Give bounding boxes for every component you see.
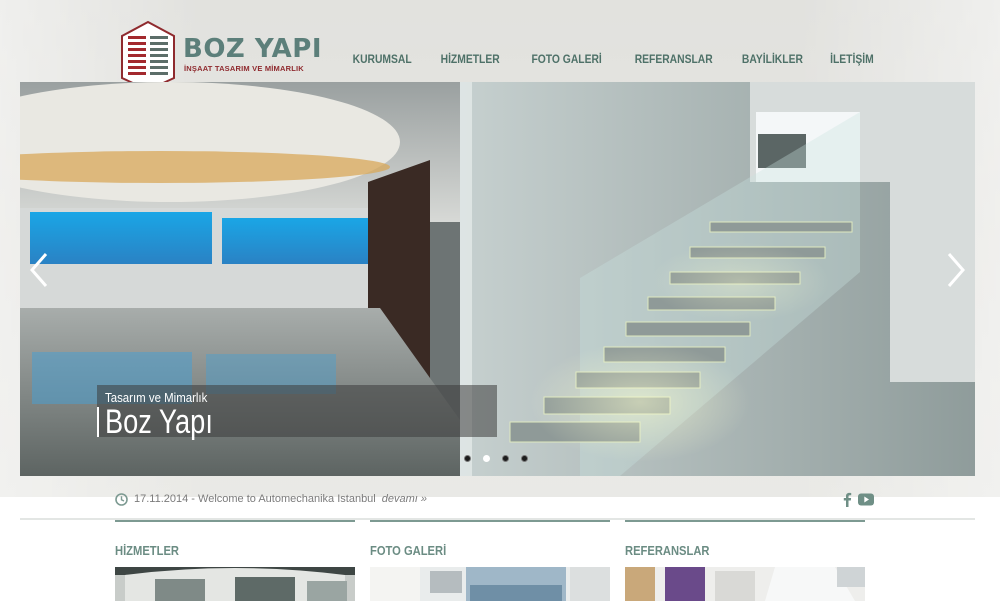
nav-item-iletisim[interactable]: İLETİŞİM	[830, 52, 874, 66]
facebook-icon[interactable]	[842, 492, 852, 507]
nav-item-referanslar[interactable]: REFERANSLAR	[634, 52, 712, 66]
caption-accent-bar	[97, 407, 99, 437]
nav-item-foto-galeri[interactable]: FOTO GALERİ	[531, 52, 601, 66]
section-top-line	[370, 520, 610, 522]
news-more-link[interactable]: devamı »	[382, 493, 427, 505]
section-title[interactable]: FOTO GALERİ	[370, 543, 446, 558]
news-text: 17.11.2014 - Welcome to Automechanika Is…	[134, 493, 376, 505]
social-links	[842, 492, 874, 507]
clock-icon	[115, 492, 128, 506]
slide-caption: Tasarım ve Mimarlık Boz Yapı	[97, 385, 497, 441]
section-title[interactable]: HİZMETLER	[115, 543, 179, 558]
brand-name: BOZ YAPI	[183, 34, 323, 64]
section-top-line	[625, 520, 865, 522]
section-thumbnail[interactable]	[115, 567, 355, 601]
slider-next-chevron-right-icon[interactable]	[943, 250, 969, 290]
brand-tagline: İNŞAAT TASARIM VE MİMARLIK	[184, 64, 304, 73]
youtube-icon[interactable]	[858, 493, 874, 506]
nav-item-hizmetler[interactable]: HİZMETLER	[441, 52, 500, 66]
slider-dot[interactable]	[521, 455, 528, 462]
news-ticker: 17.11.2014 - Welcome to Automechanika Is…	[115, 491, 427, 507]
section-referanslar: REFERANSLAR	[625, 520, 865, 601]
slider-dot[interactable]	[502, 455, 509, 462]
caption-title: Boz Yapı	[105, 403, 213, 441]
hero-slider: Tasarım ve Mimarlık Boz Yapı	[20, 82, 975, 476]
nav-item-kurumsal[interactable]: KURUMSAL	[352, 52, 411, 66]
section-thumbnail[interactable]	[370, 567, 610, 601]
section-title[interactable]: REFERANSLAR	[625, 543, 709, 558]
section-foto-galeri: FOTO GALERİ	[370, 520, 610, 601]
nav-item-bayilikler[interactable]: BAYİLİKLER	[742, 52, 803, 66]
slider-dot-active[interactable]	[483, 455, 490, 462]
slider-dot[interactable]	[464, 455, 471, 462]
slider-pagination	[464, 455, 528, 462]
section-hizmetler: HİZMETLER	[115, 520, 355, 601]
slider-prev-chevron-left-icon[interactable]	[26, 250, 52, 290]
section-top-line	[115, 520, 355, 522]
section-thumbnail[interactable]	[625, 567, 865, 601]
main-navigation: KURUMSAL HİZMETLER FOTO GALERİ REFERANSL…	[343, 52, 874, 66]
